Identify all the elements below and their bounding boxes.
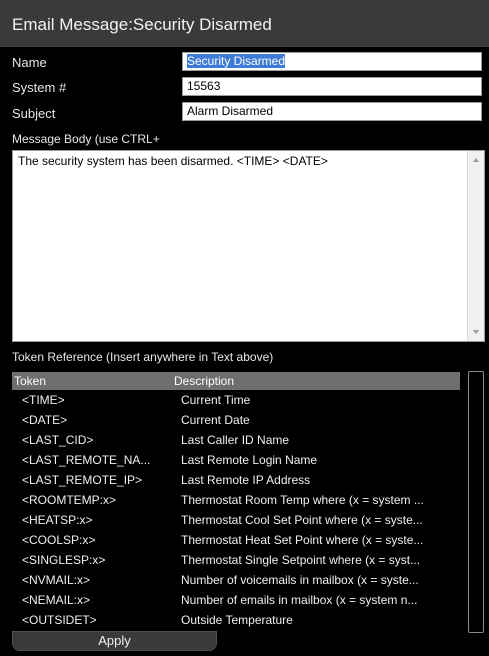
message-body-textarea[interactable]: The security system has been disarmed. <… — [12, 150, 485, 342]
token-cell: <LAST_CID> — [22, 433, 94, 447]
description-cell: Number of emails in mailbox (x = system … — [181, 593, 418, 607]
system-number-value: 15563 — [187, 79, 221, 93]
name-field-value: Security Disarmed — [187, 54, 286, 68]
message-body-scrollbar[interactable] — [467, 151, 484, 341]
table-row[interactable]: <LAST_CID> Last Caller ID Name — [12, 431, 460, 449]
description-cell: Number of voicemails in mailbox (x = sys… — [181, 573, 419, 587]
table-row[interactable]: <LAST_REMOTE_NA... Last Remote Login Nam… — [12, 451, 460, 469]
table-row[interactable]: <COOLSP:x> Thermostat Heat Set Point whe… — [12, 531, 460, 549]
token-cell: <NVMAIL:x> — [22, 573, 91, 587]
token-cell: <DATE> — [22, 413, 68, 427]
email-message-window: Email Message:Security Disarmed Name Sec… — [0, 0, 489, 656]
column-header-token[interactable]: Token — [14, 374, 46, 388]
table-row[interactable]: <NVMAIL:x> Number of voicemails in mailb… — [12, 571, 460, 589]
token-cell: <COOLSP:x> — [22, 533, 96, 547]
description-cell: Thermostat Single Setpoint where (x = sy… — [181, 553, 421, 567]
system-number-field[interactable]: 15563 — [182, 77, 482, 96]
description-cell: Thermostat Heat Set Point where (x = sys… — [181, 533, 424, 547]
token-reference-label: Token Reference (Insert anywhere in Text… — [12, 350, 274, 364]
apply-button[interactable]: Apply — [12, 631, 217, 651]
description-cell: Current Date — [181, 413, 250, 427]
description-cell: Thermostat Room Temp where (x = system .… — [181, 493, 424, 507]
subject-field[interactable]: Alarm Disarmed — [182, 102, 482, 121]
subject-value: Alarm Disarmed — [187, 104, 274, 118]
scroll-down-arrow-icon[interactable] — [473, 330, 479, 334]
token-cell: <HEATSP:x> — [22, 513, 93, 527]
subject-label: Subject — [12, 106, 56, 121]
name-field[interactable]: Security Disarmed — [182, 52, 482, 71]
description-cell: Last Remote IP Address — [181, 473, 311, 487]
description-cell: Last Caller ID Name — [181, 433, 290, 447]
name-label: Name — [12, 55, 47, 70]
token-cell: <ROOMTEMP:x> — [22, 493, 117, 507]
token-cell: <NEMAIL:x> — [22, 593, 91, 607]
table-header: Token Description — [12, 372, 460, 390]
table-row[interactable]: <DATE> Current Date — [12, 411, 460, 429]
scroll-up-arrow-icon[interactable] — [473, 158, 479, 162]
token-cell: <LAST_REMOTE_IP> — [22, 473, 143, 487]
table-row[interactable]: <OUTSIDET> Outside Temperature — [12, 611, 460, 629]
description-cell: Last Remote Login Name — [181, 453, 318, 467]
table-row[interactable]: <NEMAIL:x> Number of emails in mailbox (… — [12, 591, 460, 609]
description-cell: Thermostat Cool Set Point where (x = sys… — [181, 513, 423, 527]
token-table: Token Description <TIME> Current Time <D… — [12, 372, 460, 632]
column-header-description[interactable]: Description — [174, 374, 234, 388]
token-cell: <OUTSIDET> — [22, 613, 97, 627]
description-cell: Current Time — [181, 393, 251, 407]
system-number-label: System # — [12, 80, 67, 95]
table-row[interactable]: <HEATSP:x> Thermostat Cool Set Point whe… — [12, 511, 460, 529]
message-body-label: Message Body (use CTRL+ — [12, 132, 160, 146]
token-table-scrollbar[interactable] — [468, 371, 484, 633]
token-cell: <SINGLESP:x> — [22, 553, 106, 567]
token-cell: <TIME> — [22, 393, 65, 407]
table-row[interactable]: <SINGLESP:x> Thermostat Single Setpoint … — [12, 551, 460, 569]
title-bar: Email Message:Security Disarmed — [0, 0, 489, 47]
description-cell: Outside Temperature — [181, 613, 293, 627]
table-row[interactable]: <TIME> Current Time — [12, 391, 460, 409]
table-row[interactable]: <ROOMTEMP:x> Thermostat Room Temp where … — [12, 491, 460, 509]
message-body-text: The security system has been disarmed. <… — [18, 154, 328, 168]
table-row[interactable]: <LAST_REMOTE_IP> Last Remote IP Address — [12, 471, 460, 489]
window-title: Email Message:Security Disarmed — [12, 15, 272, 34]
token-cell: <LAST_REMOTE_NA... — [22, 453, 151, 467]
